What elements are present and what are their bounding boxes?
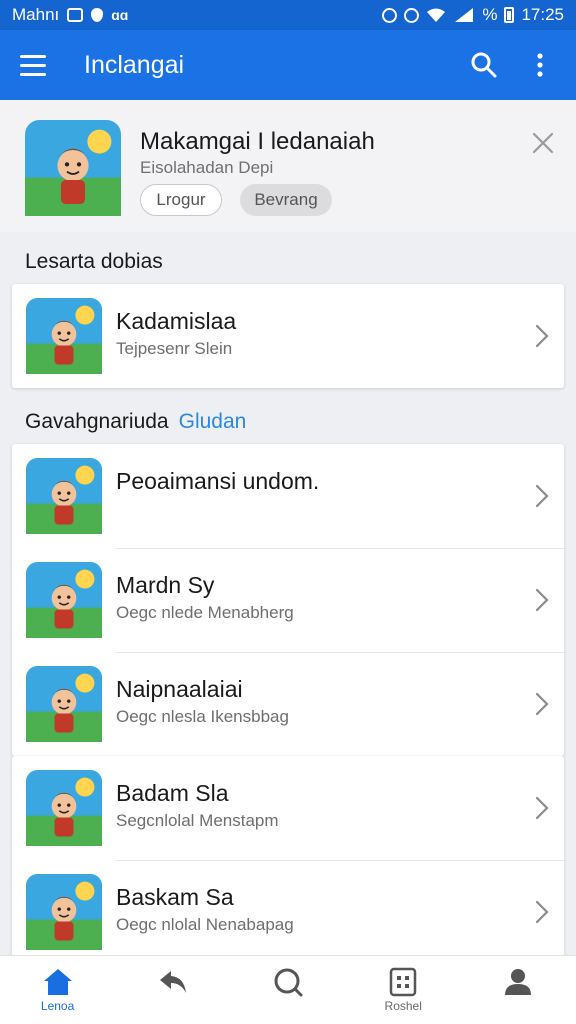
signal-icon — [455, 8, 474, 22]
page-title: Inclangai — [84, 50, 185, 79]
battery-icon — [504, 7, 515, 23]
game-thumbnail — [26, 562, 102, 638]
banner-game-thumbnail — [25, 120, 121, 216]
banner-filled-button[interactable]: Bevrang — [240, 184, 332, 216]
wifi-icon — [427, 8, 446, 22]
grid-icon — [389, 967, 417, 997]
list-item[interactable]: Peoaimansi undom. — [12, 444, 564, 548]
list-item[interactable]: Naipnaalaiai Oegc nlesla Ikensbbag — [12, 652, 564, 756]
section-title-text: Gavahgnariuda — [25, 410, 169, 433]
recent-list: Kadamislaa Tejpesenr Slein — [12, 284, 564, 388]
chevron-right-icon — [535, 900, 549, 924]
more-list: Peoaimansi undom. Mardn Sy Oegc nlede Me… — [12, 444, 564, 756]
game-thumbnail — [26, 298, 102, 374]
home-icon — [43, 969, 72, 995]
extra-list: Badam Sla Segcnlolal Menstapm Baskam Sa … — [12, 756, 564, 970]
chevron-right-icon — [535, 796, 549, 820]
nav-share[interactable] — [115, 956, 230, 1024]
chevron-right-icon — [535, 324, 549, 348]
list-item[interactable]: Kadamislaa Tejpesenr Slein — [12, 284, 564, 388]
game-thumbnail — [26, 874, 102, 950]
search-icon — [274, 968, 303, 997]
list-item[interactable]: Mardn Sy Oegc nlede Menabherg — [12, 548, 564, 652]
close-icon[interactable] — [528, 128, 558, 158]
banner-outline-button[interactable]: Lrogur — [140, 184, 222, 216]
sync-icon — [404, 7, 420, 23]
item-title: Naipnaalaiai — [116, 676, 243, 702]
item-title: Mardn Sy — [116, 572, 215, 598]
section-link[interactable]: Gludan — [179, 410, 247, 433]
app-bar: Inclangai — [0, 30, 576, 100]
notification-icon — [67, 8, 84, 22]
clock: 17:25 — [521, 5, 564, 24]
banner-title: Makamgai I ledanaiah — [140, 128, 375, 155]
item-subtitle: Oegc nlolal Nenabapag — [116, 915, 294, 934]
carrier-label: Mahnı — [12, 5, 60, 24]
alarm-icon — [382, 7, 398, 23]
item-title: Kadamislaa — [116, 308, 237, 334]
section-title-more: Gavahgnariuda Gludan — [25, 410, 246, 434]
game-thumbnail — [26, 770, 102, 846]
nav-profile[interactable] — [461, 956, 576, 1024]
chevron-right-icon — [535, 692, 549, 716]
battery-percent: % — [482, 5, 498, 24]
item-title: Baskam Sa — [116, 884, 234, 910]
chevron-right-icon — [535, 484, 549, 508]
section-title-recent: Lesarta dobias — [25, 250, 163, 273]
item-title: Peoaimansi undom. — [116, 468, 320, 494]
hamburger-menu-icon[interactable] — [20, 45, 60, 85]
item-subtitle: Tejpesenr Slein — [116, 339, 233, 358]
nav-home[interactable]: Lenoa — [0, 956, 115, 1024]
chevron-right-icon — [535, 588, 549, 612]
item-title: Badam Sla — [116, 780, 229, 806]
banner-subtitle: Eisolahadan Depi — [140, 158, 274, 177]
list-item[interactable]: Badam Sla Segcnlolal Menstapm — [12, 756, 564, 860]
item-subtitle: Oegc nlesla Ikensbbag — [116, 707, 289, 726]
nav-label: Lenoa — [40, 999, 75, 1013]
more-vert-icon[interactable] — [522, 47, 558, 83]
profile-icon — [505, 969, 532, 995]
status-bar: Mahnı ɑɑ % 17:25 — [0, 0, 576, 30]
nav-search[interactable] — [230, 956, 345, 1024]
item-subtitle: Oegc nlede Menabherg — [116, 603, 294, 622]
nav-label: Roshel — [384, 999, 422, 1013]
install-banner: Makamgai I ledanaiah Eisolahadan Depi Lr… — [0, 100, 576, 232]
game-thumbnail — [26, 458, 102, 534]
item-subtitle: Segcnlolal Menstapm — [116, 811, 279, 830]
drop-icon — [91, 8, 104, 22]
app-notification-icon: ɑɑ — [111, 7, 129, 23]
share-icon — [159, 971, 186, 993]
list-item[interactable]: Baskam Sa Oegc nlolal Nenabapag — [12, 860, 564, 970]
game-thumbnail — [26, 666, 102, 742]
nav-grid[interactable]: Roshel — [346, 956, 461, 1024]
search-icon[interactable] — [466, 47, 502, 83]
bottom-navigation: Lenoa Roshel — [0, 955, 576, 1024]
